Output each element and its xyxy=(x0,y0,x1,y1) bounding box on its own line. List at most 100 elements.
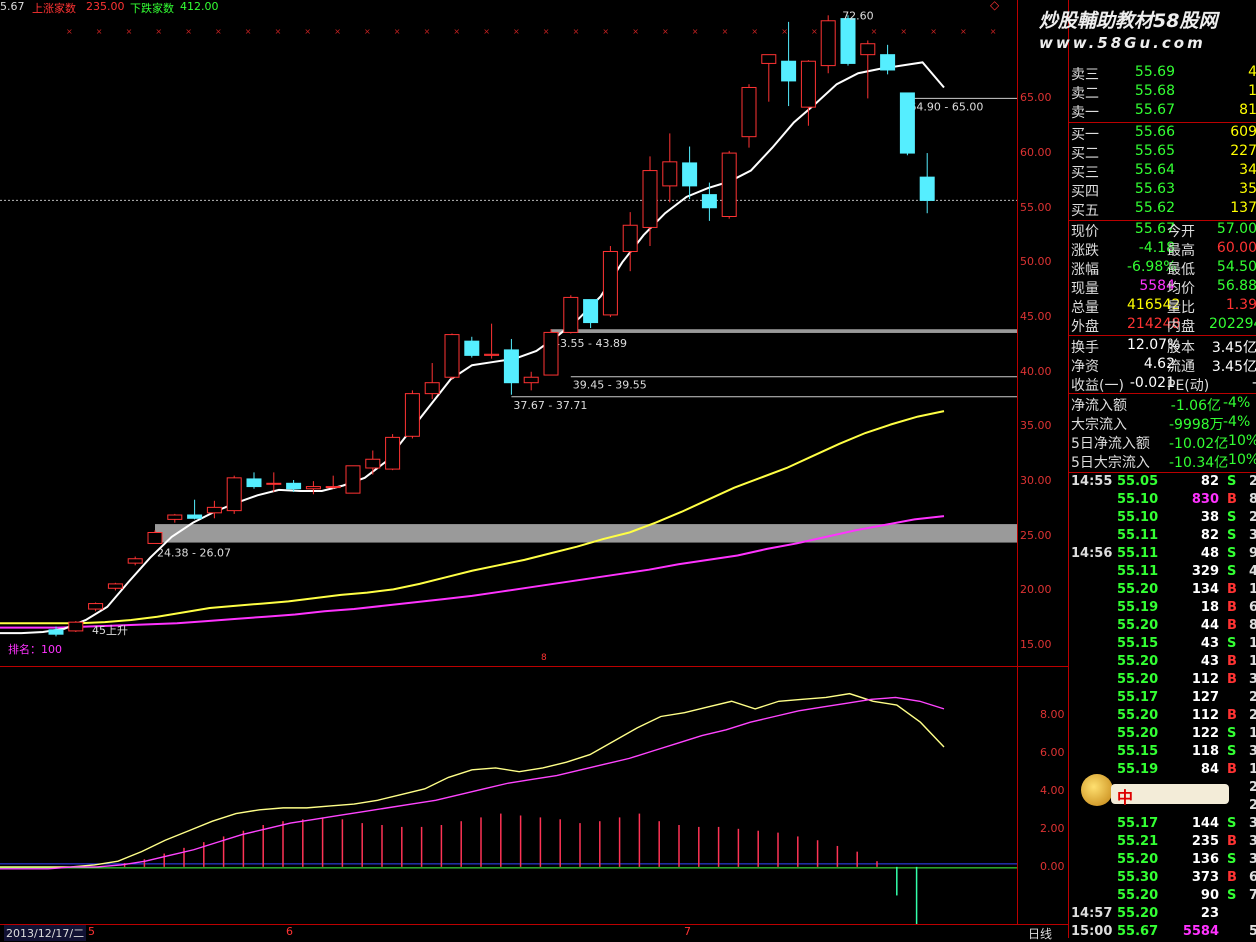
tick-s: B xyxy=(1227,870,1237,885)
tick-row: 55.20 44 B 8 xyxy=(1069,618,1256,636)
candle-body xyxy=(523,376,539,384)
candle-body xyxy=(761,54,777,64)
tick-p: 55.20 xyxy=(1117,726,1159,741)
top-marker: × xyxy=(602,27,609,36)
sell-level-label: 卖一 xyxy=(1071,105,1099,121)
candle-body xyxy=(484,353,500,356)
tick-n: 17 xyxy=(1249,582,1256,597)
buy-level-label: 买三 xyxy=(1071,165,1099,181)
candle-body xyxy=(325,486,341,489)
date-label: 2013/12/17/二 xyxy=(4,925,87,941)
candle-body xyxy=(48,629,64,635)
tick-s: S xyxy=(1227,852,1237,867)
sell-level-value: 55.69 xyxy=(1134,64,1175,80)
stat-row-value2: 60.00 xyxy=(1216,240,1256,256)
tick-q: 112 xyxy=(1191,672,1219,687)
price-tick-label: 15.00 xyxy=(1020,638,1052,652)
tick-p: 55.21 xyxy=(1117,834,1159,849)
buy-level-value: 55.64 xyxy=(1134,162,1175,178)
tick-p: 55.15 xyxy=(1117,744,1159,759)
top-marker: × xyxy=(722,27,729,36)
stat2-row-label2: 流通 xyxy=(1167,359,1195,375)
tick-n: 9 xyxy=(1249,546,1256,561)
top-marker: × xyxy=(126,27,133,36)
tick-t: 14:56 xyxy=(1071,546,1113,561)
rank-label: 排名：100 xyxy=(8,643,62,656)
candle-body xyxy=(563,296,579,333)
sell-level-value2: 1 xyxy=(1248,83,1256,99)
buy-level: 买二 55.65 227 xyxy=(1069,143,1256,162)
tick-p: 55.20 xyxy=(1117,618,1159,633)
flow-percent: -4% xyxy=(1223,414,1251,430)
tick-p: 55.10 xyxy=(1117,510,1159,525)
top-marker: × xyxy=(900,27,907,36)
tick-n: 8 xyxy=(1249,618,1256,633)
stat-row-value2: 54.50 xyxy=(1216,259,1256,275)
stat2-row-label: 净资 xyxy=(1071,359,1099,375)
tick-row: 15:00 55.67 5584 595 xyxy=(1069,924,1256,942)
top-marker: × xyxy=(453,27,460,36)
top-marker: × xyxy=(543,27,550,36)
flow-value: -10.02亿 xyxy=(1169,436,1229,452)
tick-row: 14:55 55.05 82 S 21 xyxy=(1069,474,1256,492)
candlestick-chart[interactable]: ××××××××××××××××××××××××××××××××24.38 - … xyxy=(0,0,1017,667)
flow-row: 净流入额 -1.06亿 -4% xyxy=(1069,395,1256,414)
tick-s: S xyxy=(1227,528,1237,543)
tick-q: 82 xyxy=(1200,528,1219,543)
candle-body xyxy=(642,170,658,228)
zone-label: 64.90 - 65.00 xyxy=(909,100,983,113)
flow-percent: -10% xyxy=(1223,433,1256,449)
tick-s: S xyxy=(1227,726,1237,741)
tick-n: 7 xyxy=(1249,888,1256,903)
month-label-5: 5 xyxy=(88,925,95,938)
candle-body xyxy=(246,478,262,488)
stat-row-label: 总量 xyxy=(1071,300,1099,316)
top-marker: × xyxy=(513,27,520,36)
candle-body xyxy=(424,382,440,395)
indicator-chart[interactable] xyxy=(0,667,1017,924)
tick-n: 24 xyxy=(1249,690,1256,705)
tick-n: 23 xyxy=(1249,798,1256,813)
candle-body xyxy=(622,224,638,252)
flow-row: 5日净流入额 -10.02亿 -10% xyxy=(1069,433,1256,452)
indicator-tick-label: 2.00 xyxy=(1040,821,1065,835)
tick-p: 55.30 xyxy=(1117,870,1159,885)
sell-level-label: 卖二 xyxy=(1071,86,1099,102)
price-tick-label: 65.00 xyxy=(1020,91,1052,105)
month-label-7: 7 xyxy=(684,925,691,938)
indicator-tick-label: 8.00 xyxy=(1040,707,1065,721)
top-marker: × xyxy=(275,27,282,36)
top-marker: × xyxy=(66,27,73,36)
price-tick-label: 55.00 xyxy=(1020,200,1052,214)
tick-p: 55.20 xyxy=(1117,708,1159,723)
buy-level-value2: 137 xyxy=(1230,200,1256,216)
tick-row: 55.20 122 S 13 xyxy=(1069,726,1256,744)
buy-level-value2: 227 xyxy=(1230,143,1256,159)
sell-level: 卖三 55.69 4 xyxy=(1069,64,1256,83)
tick-p: 55.20 xyxy=(1117,672,1159,687)
flow-percent: -4% xyxy=(1223,395,1251,411)
flow-row: 5日大宗流入 -10.34亿 -10% xyxy=(1069,452,1256,471)
candle-body xyxy=(365,458,381,469)
candle-body xyxy=(503,349,519,384)
candle-body xyxy=(880,54,896,71)
period-label[interactable]: 日线 xyxy=(1028,925,1052,942)
tick-p: 55.17 xyxy=(1117,816,1159,831)
tick-q: 23 xyxy=(1200,906,1219,921)
stat2-row-value2: - xyxy=(1209,375,1256,391)
indicator-line-yellow xyxy=(0,692,945,868)
tick-q: 122 xyxy=(1191,726,1219,741)
top-marker: × xyxy=(692,27,699,36)
stat-row: 外盘214248内盘202294 xyxy=(1069,316,1256,335)
sell-level: 卖二 55.68 1 xyxy=(1069,83,1256,102)
candle-body xyxy=(266,482,282,485)
buy-level-label: 买五 xyxy=(1071,203,1099,219)
tick-row: 55.20 112 B 30 xyxy=(1069,672,1256,690)
stat2-row: 换手 12.07% 股本 3.45亿 xyxy=(1069,337,1256,356)
tick-q: 235 xyxy=(1191,834,1219,849)
tick-q: 373 xyxy=(1191,870,1219,885)
zone-label: 37.67 - 37.71 xyxy=(513,399,587,412)
sell-level-value2: 81 xyxy=(1239,102,1256,118)
tick-q: 118 xyxy=(1191,744,1219,759)
tick-s: S xyxy=(1227,636,1237,651)
